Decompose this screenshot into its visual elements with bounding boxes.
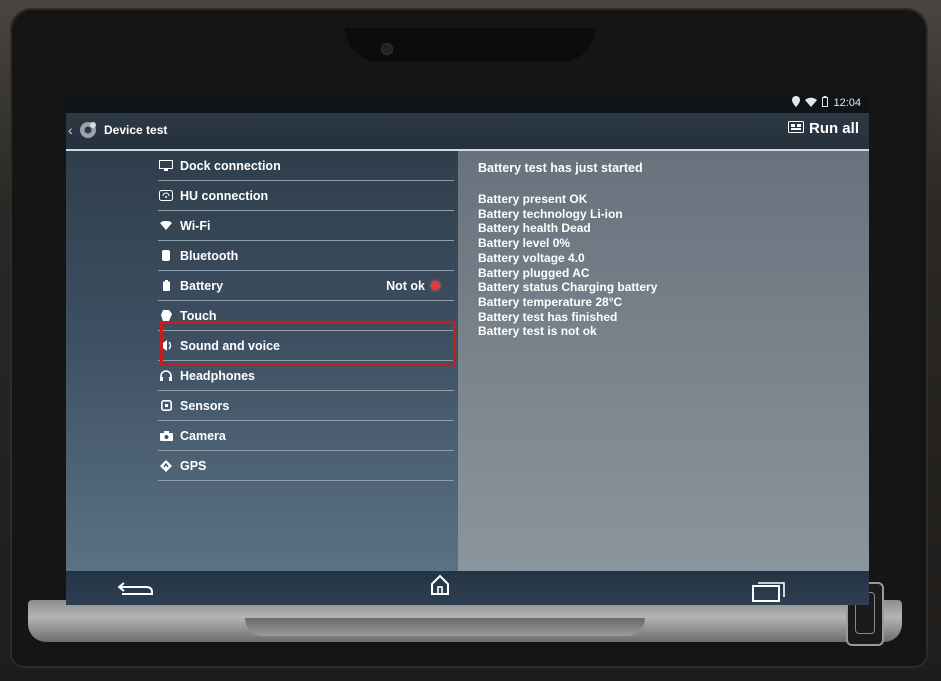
touch-icon xyxy=(158,310,174,321)
dock-icon xyxy=(158,160,174,171)
run-all-button[interactable]: Run all xyxy=(787,120,859,137)
back-icon[interactable] xyxy=(117,581,154,602)
back-caret-icon[interactable]: ‹ xyxy=(68,122,73,138)
test-item-label: Battery xyxy=(180,278,224,293)
test-item-label: Dock connection xyxy=(180,158,281,173)
location-icon xyxy=(792,96,801,110)
navigation-bar xyxy=(66,571,869,605)
test-item-hu-connection[interactable]: HU connection xyxy=(158,181,454,211)
test-list: Dock connection HU connection Wi-Fi Blue… xyxy=(158,151,454,481)
battery-icon xyxy=(822,96,829,110)
camera-icon xyxy=(158,430,174,441)
status-time: 12:04 xyxy=(833,97,861,109)
sensors-icon xyxy=(158,400,174,411)
log-line: Battery status Charging battery xyxy=(478,280,658,295)
test-item-label: Headphones xyxy=(180,368,256,383)
wifi-icon xyxy=(805,97,818,110)
camera-icon xyxy=(382,44,392,54)
photo-scene: 12:04 ‹ Device test Run all Dock connect… xyxy=(0,0,941,681)
test-item-label: GPS xyxy=(180,458,207,473)
test-item-bluetooth[interactable]: Bluetooth xyxy=(158,241,454,271)
selection-highlight xyxy=(160,321,456,366)
run-all-label: Run all xyxy=(808,120,859,137)
test-item-sensors[interactable]: Sensors xyxy=(158,391,454,421)
test-list-pane: Dock connection HU connection Wi-Fi Blue… xyxy=(66,151,458,571)
test-item-label: Bluetooth xyxy=(180,248,239,263)
test-item-label: HU connection xyxy=(180,188,269,203)
run-all-icon xyxy=(787,120,804,137)
test-item-gps[interactable]: GPS xyxy=(158,451,454,481)
log-line: Battery present OK xyxy=(478,192,588,206)
app-title: Device test xyxy=(104,123,168,137)
test-item-wifi[interactable]: Wi-Fi xyxy=(158,211,454,241)
log-line: Battery health Dead xyxy=(478,221,591,236)
home-icon[interactable] xyxy=(430,574,450,601)
status-bar: 12:04 xyxy=(66,93,869,113)
bluetooth-icon xyxy=(158,250,174,261)
test-item-camera[interactable]: Camera xyxy=(158,421,454,451)
log-line: Battery technology Li-ion xyxy=(478,206,623,221)
test-item-label: Camera xyxy=(180,428,226,443)
test-item-battery[interactable]: Battery Not ok xyxy=(158,271,454,301)
test-item-label: Sensors xyxy=(180,398,230,413)
bezel-inner-trim xyxy=(245,618,645,636)
wifi-icon xyxy=(158,221,174,230)
test-item-dock-connection[interactable]: Dock connection xyxy=(158,151,454,181)
log-line: Battery test has finished xyxy=(478,309,618,324)
log-line: Battery level 0% xyxy=(478,236,571,251)
status-dot-icon xyxy=(431,281,440,290)
log-line: Battery plugged AC xyxy=(478,265,590,280)
log-line: Battery voltage 4.0 xyxy=(478,250,585,265)
test-item-label: Wi-Fi xyxy=(180,218,211,233)
hu-connection-icon xyxy=(158,190,174,201)
app-bar: ‹ Device test Run all xyxy=(66,113,869,151)
gps-icon xyxy=(158,459,174,472)
screen: 12:04 ‹ Device test Run all Dock connect… xyxy=(66,93,869,605)
test-result-label: Not ok xyxy=(386,278,425,293)
log-line: Battery test is not ok xyxy=(478,324,597,339)
headphones-icon xyxy=(158,370,174,381)
test-log-pane: Battery test has just started Battery pr… xyxy=(458,151,869,571)
log-lines: Battery present OK Battery technology Li… xyxy=(478,192,657,339)
gear-icon xyxy=(78,120,98,140)
log-line: Battery temperature 28°C xyxy=(478,294,623,309)
test-result: Not ok xyxy=(386,279,440,293)
recent-apps-icon[interactable] xyxy=(752,582,786,605)
log-title: Battery test has just started xyxy=(478,161,643,175)
battery-icon xyxy=(158,280,174,291)
